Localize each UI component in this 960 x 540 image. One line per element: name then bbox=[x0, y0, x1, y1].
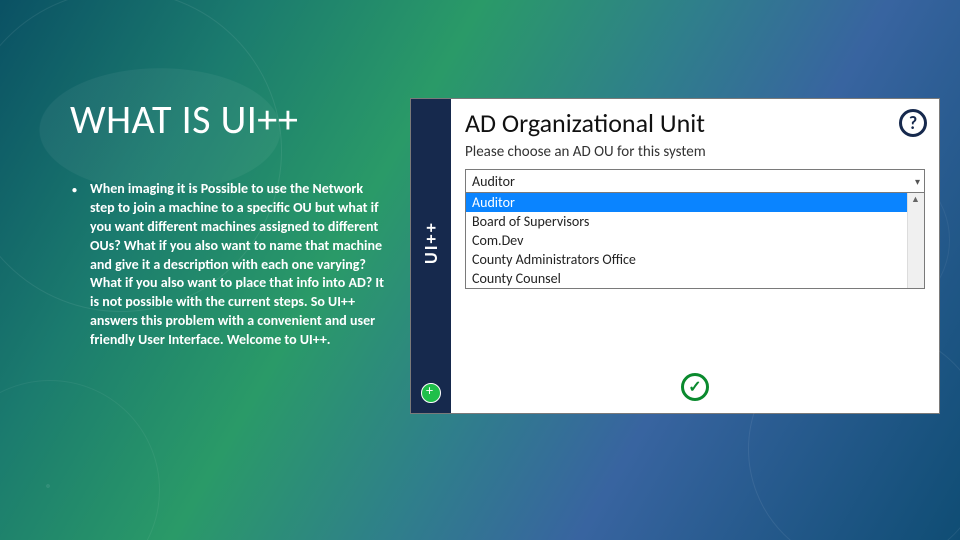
ou-combobox[interactable]: Auditor ▾ bbox=[465, 169, 925, 193]
ou-listbox[interactable]: Auditor Board of Supervisors Com.Dev Cou… bbox=[465, 193, 925, 289]
listbox-scrollbar[interactable] bbox=[907, 193, 924, 288]
sidebar-badge-icon bbox=[421, 383, 441, 403]
bullet-text: When imaging it is Possible to use the N… bbox=[90, 180, 384, 348]
confirm-button[interactable]: ✓ bbox=[681, 373, 709, 401]
bullet-item: • When imaging it is Possible to use the… bbox=[90, 180, 390, 350]
ou-option[interactable]: Auditor bbox=[466, 193, 924, 212]
decorative-circle bbox=[0, 380, 160, 540]
slide: WHAT IS UI++ • When imaging it is Possib… bbox=[0, 0, 960, 540]
help-button[interactable]: ? bbox=[899, 109, 927, 137]
ou-option[interactable]: County Administrators Office bbox=[466, 250, 924, 269]
bullet-dot-icon: • bbox=[72, 183, 77, 197]
ou-option[interactable]: Board of Supervisors bbox=[466, 212, 924, 231]
ad-ou-dialog: UI++ AD Organizational Unit ? Please cho… bbox=[410, 98, 940, 414]
slide-title: WHAT IS UI++ bbox=[70, 95, 298, 144]
combobox-value: Auditor bbox=[472, 173, 515, 190]
ou-option[interactable]: County Counsel bbox=[466, 269, 924, 288]
check-icon: ✓ bbox=[688, 377, 701, 397]
dialog-body: AD Organizational Unit ? Please choose a… bbox=[451, 99, 939, 413]
sidebar-brand-label: UI++ bbox=[420, 103, 442, 383]
dialog-title: AD Organizational Unit bbox=[465, 107, 925, 139]
ou-option[interactable]: Com.Dev bbox=[466, 231, 924, 250]
help-icon: ? bbox=[909, 112, 917, 134]
dialog-subtitle: Please choose an AD OU for this system bbox=[465, 143, 925, 161]
dialog-sidebar: UI++ bbox=[411, 99, 451, 413]
chevron-down-icon: ▾ bbox=[915, 175, 920, 188]
